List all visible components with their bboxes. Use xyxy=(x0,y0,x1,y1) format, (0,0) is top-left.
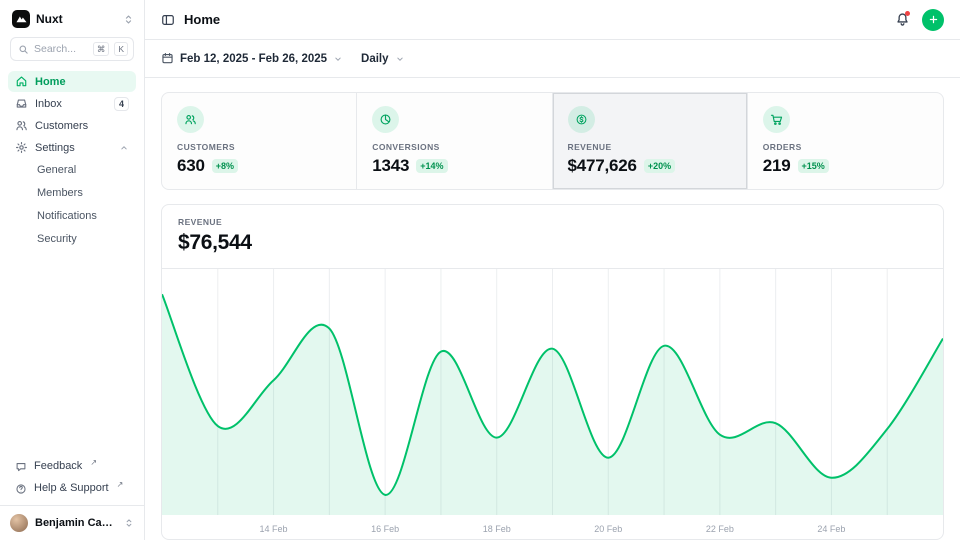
sidebar-item-inbox[interactable]: Inbox 4 xyxy=(8,93,136,114)
sidebar: Nuxt Search... ⌘ K Home xyxy=(0,0,145,540)
sidebar-subitem-notifications[interactable]: Notifications xyxy=(8,205,136,227)
chevron-down-icon xyxy=(395,54,405,64)
users-icon xyxy=(15,119,28,132)
gear-icon xyxy=(15,141,28,154)
kbd-cmd: ⌘ xyxy=(93,42,110,56)
avatar xyxy=(10,514,28,532)
chevron-updown-icon xyxy=(124,518,134,528)
page-header: Home xyxy=(145,0,960,40)
header-actions xyxy=(895,9,944,31)
stat-label: CONVERSIONS xyxy=(372,142,536,152)
stat-value: 219 xyxy=(763,156,791,176)
stats-row: CUSTOMERS 630 +8% CONVERSIONS 1343 +14% xyxy=(161,92,944,190)
svg-text:16 Feb: 16 Feb xyxy=(371,524,399,534)
delta-badge: +15% xyxy=(798,159,829,173)
sub-item-label: Notifications xyxy=(37,210,97,222)
workspace-name: Nuxt xyxy=(36,12,63,26)
add-button[interactable] xyxy=(922,9,944,31)
stat-card-conversions[interactable]: CONVERSIONS 1343 +14% xyxy=(357,93,552,189)
stat-label: REVENUE xyxy=(568,142,732,152)
inbox-icon xyxy=(15,97,28,110)
sidebar-subitem-general[interactable]: General xyxy=(8,159,136,181)
sidebar-item-label: Settings xyxy=(35,142,75,154)
notifications-button[interactable] xyxy=(895,12,910,27)
search-placeholder: Search... xyxy=(34,43,88,55)
help-support-label: Help & Support xyxy=(34,482,109,494)
sidebar-nav: Home Inbox 4 Customers Settings xyxy=(0,71,144,250)
chart-metric-label: REVENUE xyxy=(178,217,927,227)
delta-badge: +8% xyxy=(212,159,238,173)
search-input[interactable]: Search... ⌘ K xyxy=(10,37,134,61)
external-link-icon: ↗ xyxy=(117,480,124,489)
sub-item-label: Security xyxy=(37,233,77,245)
sub-item-label: General xyxy=(37,164,76,176)
page-title: Home xyxy=(184,12,220,27)
users-icon xyxy=(177,106,204,133)
search-icon xyxy=(18,44,29,55)
svg-text:24 Feb: 24 Feb xyxy=(817,524,845,534)
svg-text:14 Feb: 14 Feb xyxy=(260,524,288,534)
kbd-k: K xyxy=(114,42,128,56)
sidebar-item-home[interactable]: Home xyxy=(8,71,136,92)
sidebar-spacer xyxy=(0,250,144,456)
workspace-switcher-icon[interactable] xyxy=(123,14,134,25)
sidebar-item-settings[interactable]: Settings xyxy=(8,137,136,158)
stat-value: $477,626 xyxy=(568,156,637,176)
app: Nuxt Search... ⌘ K Home xyxy=(0,0,960,540)
svg-text:18 Feb: 18 Feb xyxy=(483,524,511,534)
chart-current-value: $76,544 xyxy=(178,231,927,255)
feedback-link[interactable]: Feedback ↗ xyxy=(8,456,136,477)
chevron-up-icon xyxy=(119,143,129,153)
speech-bubble-icon xyxy=(15,461,27,473)
sidebar-subitem-members[interactable]: Members xyxy=(8,182,136,204)
chart-header: REVENUE $76,544 xyxy=(162,205,943,269)
sidebar-item-label: Inbox xyxy=(35,98,62,110)
svg-text:20 Feb: 20 Feb xyxy=(594,524,622,534)
user-menu[interactable]: Benjamin Canac xyxy=(0,505,144,540)
sidebar-item-label: Home xyxy=(35,76,66,88)
stat-label: CUSTOMERS xyxy=(177,142,341,152)
delta-badge: +20% xyxy=(644,159,675,173)
date-range-picker[interactable]: Feb 12, 2025 - Feb 26, 2025 xyxy=(161,52,343,65)
main: Home Feb 12, 2025 - Feb 26, 2025 xyxy=(145,0,960,540)
sidebar-footer-links: Feedback ↗ Help & Support ↗ xyxy=(0,456,144,505)
notification-dot xyxy=(905,11,910,16)
feedback-label: Feedback xyxy=(34,460,82,472)
workspace[interactable]: Nuxt xyxy=(12,10,63,28)
sidebar-item-customers[interactable]: Customers xyxy=(8,115,136,136)
toolbar: Feb 12, 2025 - Feb 26, 2025 Daily xyxy=(145,40,960,78)
workspace-row: Nuxt xyxy=(0,0,144,37)
stat-label: ORDERS xyxy=(763,142,928,152)
sidebar-toggle-icon[interactable] xyxy=(161,13,175,27)
stat-card-customers[interactable]: CUSTOMERS 630 +8% xyxy=(162,93,357,189)
shopping-cart-icon xyxy=(763,106,790,133)
home-icon xyxy=(15,75,28,88)
granularity-label: Daily xyxy=(361,53,389,65)
revenue-area-chart[interactable]: 14 Feb 16 Feb 18 Feb 20 Feb 22 Feb 24 Feb xyxy=(162,269,943,539)
stat-value: 630 xyxy=(177,156,205,176)
help-support-link[interactable]: Help & Support ↗ xyxy=(8,478,136,499)
nuxt-logo-icon xyxy=(12,10,30,28)
sidebar-item-label: Customers xyxy=(35,120,88,132)
content: CUSTOMERS 630 +8% CONVERSIONS 1343 +14% xyxy=(145,78,960,540)
chevron-down-icon xyxy=(333,54,343,64)
revenue-chart-panel: REVENUE $76,544 14 Feb 16 Feb 18 Feb 20 Feb… xyxy=(161,204,944,540)
stat-card-revenue[interactable]: REVENUE $477,626 +20% xyxy=(553,93,748,189)
help-circle-icon xyxy=(15,483,27,495)
stat-card-orders[interactable]: ORDERS 219 +15% xyxy=(748,93,943,189)
stat-value: 1343 xyxy=(372,156,409,176)
plus-icon xyxy=(928,14,939,25)
sub-item-label: Members xyxy=(37,187,83,199)
granularity-select[interactable]: Daily xyxy=(361,53,405,65)
dollar-circle-icon xyxy=(568,106,595,133)
pie-chart-icon xyxy=(372,106,399,133)
calendar-icon xyxy=(161,52,174,65)
svg-text:22 Feb: 22 Feb xyxy=(706,524,734,534)
sidebar-subitem-security[interactable]: Security xyxy=(8,228,136,250)
external-link-icon: ↗ xyxy=(90,458,97,467)
delta-badge: +14% xyxy=(416,159,447,173)
date-range-label: Feb 12, 2025 - Feb 26, 2025 xyxy=(180,53,327,65)
user-name: Benjamin Canac xyxy=(35,517,117,529)
inbox-count-badge: 4 xyxy=(114,97,129,111)
